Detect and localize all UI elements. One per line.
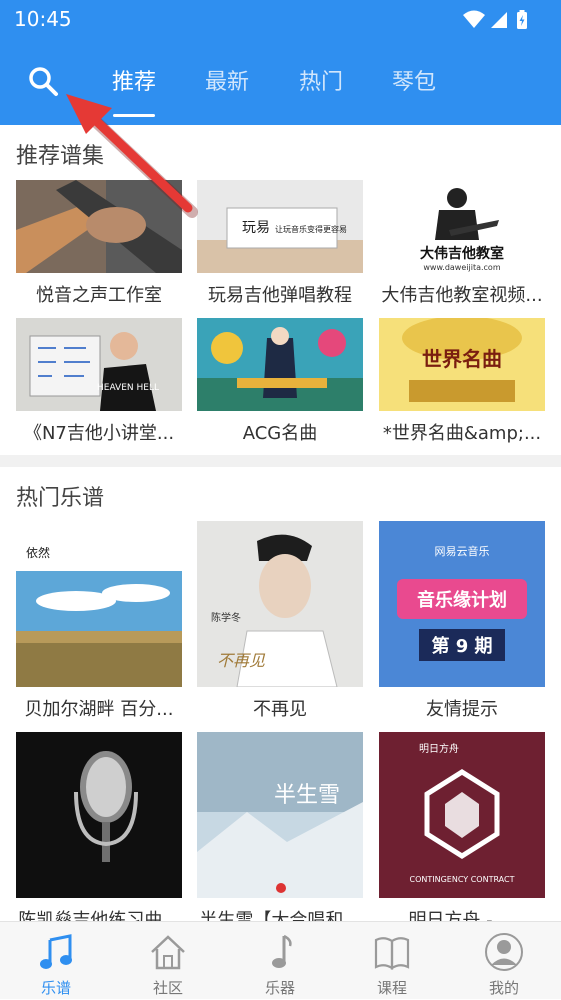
list-item[interactable]: ACG名曲 (197, 318, 363, 445)
card-title: 《N7吉他小讲堂... (23, 423, 175, 444)
list-item[interactable]: 明日方舟 CONTINGENCY CONTRACT 明日方舟 - ... (379, 732, 545, 932)
nav-label: 课程 (376, 979, 407, 997)
cover-image (16, 732, 182, 898)
cover-image: 明日方舟 CONTINGENCY CONTRACT (379, 732, 545, 898)
app-header: 10:45 推荐 最新 热门 琴包 (0, 0, 561, 125)
tab-hot[interactable]: 热门 (281, 64, 361, 96)
card-title: 不再见 (253, 699, 307, 720)
instrument-icon (272, 934, 292, 968)
svg-text:半生雪: 半生雪 (274, 783, 340, 808)
svg-text:不再见: 不再见 (217, 651, 266, 670)
svg-text:网易云音乐: 网易云音乐 (435, 544, 490, 558)
list-item[interactable]: HEAVEN HELL 《N7吉他小讲堂... (16, 318, 182, 445)
nav-item-profile[interactable]: 我的 (454, 922, 554, 1000)
svg-text:第 9 期: 第 9 期 (431, 635, 492, 657)
status-time: 10:45 (14, 7, 72, 31)
card-title: 悦音之声工作室 (36, 285, 162, 306)
tab-recommended[interactable]: 推荐 (94, 64, 174, 96)
profile-icon (485, 933, 523, 971)
search-icon[interactable] (26, 64, 62, 100)
card-title: 贝加尔湖畔 百分... (24, 699, 174, 720)
tab-guitar-bag[interactable]: 琴包 (374, 64, 454, 96)
active-tab-indicator (113, 114, 155, 117)
cover-image: 陈学冬 不再见 (197, 521, 363, 688)
svg-text:大伟吉他教室: 大伟吉他教室 (420, 245, 504, 262)
status-bar: 10:45 (0, 0, 561, 40)
card-title: *世界名曲&amp;... (382, 423, 542, 444)
section-title-hot: 热门乐谱 (16, 486, 105, 511)
svg-text:世界名曲: 世界名曲 (422, 347, 502, 371)
svg-text:依然: 依然 (26, 545, 50, 560)
cover-image (197, 318, 363, 411)
svg-text:玩易: 玩易 (242, 220, 270, 236)
battery-icon (517, 10, 527, 29)
nav-item-sheet-music[interactable]: 乐谱 (6, 922, 106, 1000)
list-item[interactable]: 陈凯燊吉他练习曲... (16, 732, 182, 932)
card-title: 友情提示 (426, 699, 498, 720)
cover-image: 依然 (16, 521, 182, 687)
list-item[interactable]: 依然 贝加尔湖畔 百分... (16, 521, 182, 721)
svg-text:陈学冬: 陈学冬 (211, 611, 241, 624)
bottom-navigation: 乐谱 社区 乐器 课程 我的 (0, 921, 561, 999)
list-item[interactable]: 陈学冬 不再见 不再见 (197, 521, 363, 721)
nav-label: 我的 (488, 979, 519, 997)
tab-latest[interactable]: 最新 (187, 64, 267, 96)
section-title-recommended: 推荐谱集 (16, 144, 105, 169)
music-note-icon (40, 934, 72, 969)
book-icon (374, 937, 410, 970)
svg-text:CONTINGENCY CONTRACT: CONTINGENCY CONTRACT (409, 875, 514, 884)
home-icon (151, 935, 185, 970)
list-item[interactable]: 世界名曲 *世界名曲&amp;... (379, 316, 545, 445)
section-divider (0, 455, 561, 467)
cover-image: HEAVEN HELL (16, 318, 182, 411)
svg-text:HEAVEN HELL: HEAVEN HELL (97, 383, 159, 393)
cover-image (16, 180, 182, 273)
svg-text:让玩音乐变得更容易: 让玩音乐变得更容易 (275, 224, 347, 234)
list-item[interactable]: 悦音之声工作室 (16, 180, 182, 307)
card-title: 玩易吉他弹唱教程 (208, 285, 352, 306)
svg-text:明日方舟: 明日方舟 (419, 742, 459, 755)
nav-label: 乐器 (264, 979, 295, 997)
list-item[interactable]: 网易云音乐 音乐缘计划 第 9 期 友情提示 (379, 521, 545, 721)
nav-label: 社区 (152, 979, 183, 997)
svg-text:www.daweijita.com: www.daweijita.com (423, 263, 500, 272)
cover-image: 玩易 让玩音乐变得更容易 (197, 180, 363, 273)
wifi-icon (463, 10, 485, 28)
signal-icon (491, 12, 507, 28)
list-item[interactable]: 大伟吉他教室 www.daweijita.com 大伟吉他教室视频... (379, 180, 545, 307)
list-item[interactable]: 半生雪 半生雪【大合唱和... (197, 732, 363, 932)
card-title: 大伟吉他教室视频... (381, 285, 543, 306)
cover-image: 网易云音乐 音乐缘计划 第 9 期 (379, 521, 545, 687)
nav-item-community[interactable]: 社区 (118, 922, 218, 1000)
nav-item-instrument[interactable]: 乐器 (230, 922, 330, 1000)
status-icons (463, 10, 527, 29)
nav-item-courses[interactable]: 课程 (342, 922, 442, 1000)
svg-text:音乐缘计划: 音乐缘计划 (417, 589, 507, 611)
card-title: ACG名曲 (242, 423, 318, 444)
top-tab-bar: 推荐 最新 热门 琴包 (0, 52, 561, 122)
cover-image: 大伟吉他教室 www.daweijita.com (379, 180, 545, 273)
cover-image: 世界名曲 (379, 316, 545, 411)
list-item[interactable]: 玩易 让玩音乐变得更容易 玩易吉他弹唱教程 (197, 180, 363, 307)
nav-label: 乐谱 (40, 979, 71, 997)
cover-image: 半生雪 (197, 732, 363, 898)
